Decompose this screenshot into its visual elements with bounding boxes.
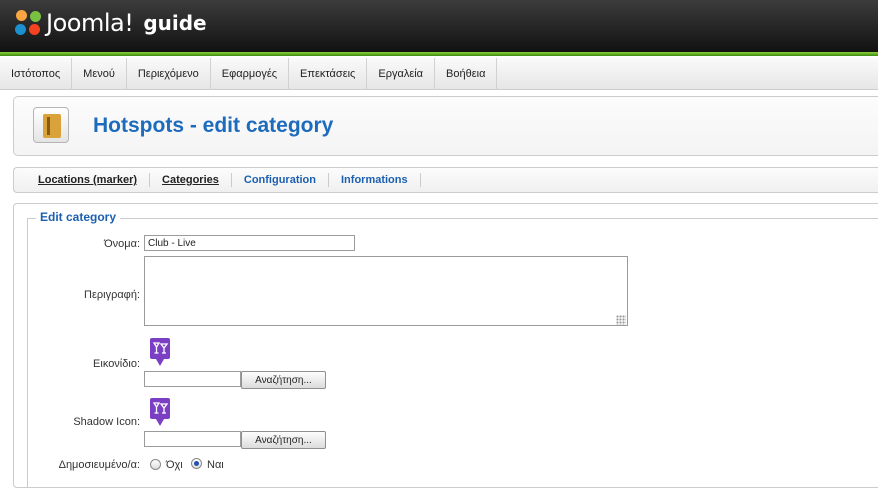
icon-label: Εικονίδιο:	[93, 358, 140, 370]
name-input[interactable]	[144, 235, 355, 251]
submenu-categories[interactable]: Categories	[150, 173, 232, 187]
icon-file-input[interactable]	[144, 371, 241, 387]
submenu-locations[interactable]: Locations (marker)	[26, 173, 151, 187]
published-yes-label: Ναι	[207, 459, 224, 471]
cocktail-marker-icon	[150, 338, 170, 366]
category-icon	[33, 107, 69, 143]
header-green-bar	[0, 52, 878, 56]
menu-menus[interactable]: Μενού	[72, 58, 127, 90]
submenu-configuration[interactable]: Configuration	[232, 173, 329, 187]
site-name: guide	[143, 11, 207, 35]
logo-text: Joomla!	[46, 9, 134, 37]
admin-header: Joomla! guide	[0, 0, 878, 56]
published-no-label: Όχι	[166, 459, 183, 471]
page-title: Hotspots - edit category	[93, 114, 334, 137]
published-label: Δημοσιευμένο/α:	[58, 459, 140, 471]
description-textarea[interactable]	[144, 256, 628, 326]
resize-grip-icon[interactable]	[616, 315, 626, 325]
component-submenu: Locations (marker) Categories Configurat…	[13, 167, 878, 193]
shadow-browse-button[interactable]: Αναζήτηση...	[241, 431, 326, 449]
shadow-marker-icon	[150, 398, 170, 426]
menu-site[interactable]: Ιστότοπος	[0, 58, 73, 90]
joomla-logo-icon	[14, 9, 44, 37]
published-yes-radio[interactable]	[191, 458, 202, 469]
icon-browse-button[interactable]: Αναζήτηση...	[241, 371, 326, 389]
menu-extensions[interactable]: Επεκτάσεις	[289, 58, 368, 90]
description-label: Περιγραφή:	[84, 289, 140, 301]
toolbar-box: Hotspots - edit category	[13, 96, 878, 156]
published-no-radio[interactable]	[150, 459, 161, 470]
shadow-icon-label: Shadow Icon:	[73, 416, 140, 428]
joomla-logo[interactable]: Joomla! guide	[14, 9, 207, 37]
menu-tools[interactable]: Εργαλεία	[367, 58, 436, 90]
submenu-informations[interactable]: Informations	[329, 173, 421, 187]
menu-content[interactable]: Περιεχόμενο	[127, 58, 211, 90]
name-label: Όνομα:	[104, 238, 140, 250]
menu-help[interactable]: Βοήθεια	[435, 58, 498, 90]
fieldset-legend: Edit category	[36, 210, 121, 224]
menu-components[interactable]: Εφαρμογές	[211, 58, 290, 90]
shadow-icon-file-input[interactable]	[144, 431, 241, 447]
main-menubar: Ιστότοπος Μενού Περιεχόμενο Εφαρμογές Επ…	[0, 58, 878, 90]
